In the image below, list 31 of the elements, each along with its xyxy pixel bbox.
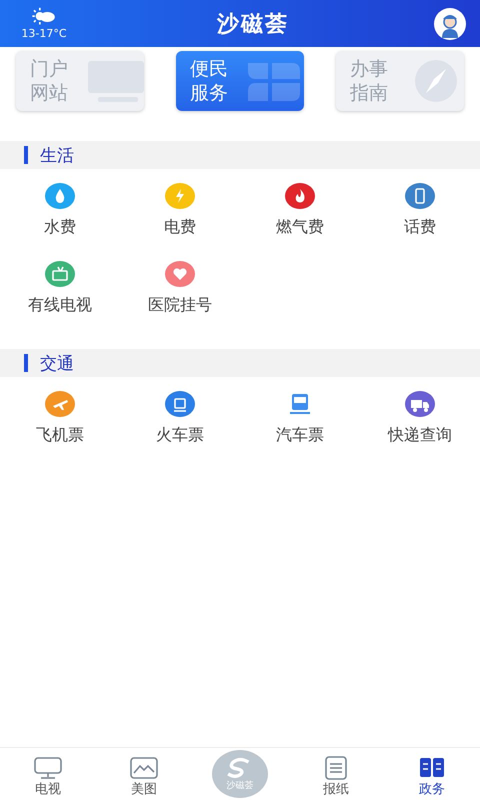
- flame-icon[interactable]: [285, 183, 315, 209]
- service-label[interactable]: 话费: [404, 217, 436, 238]
- service-label[interactable]: 电费: [164, 217, 196, 238]
- temperature: 13-17°C: [21, 27, 67, 40]
- nav-tab[interactable]: 报纸: [306, 756, 366, 798]
- plane-icon[interactable]: [45, 391, 75, 417]
- service-label[interactable]: 水费: [44, 217, 76, 238]
- tv-icon[interactable]: [45, 261, 75, 287]
- drop-icon[interactable]: [45, 183, 75, 209]
- nav-tab[interactable]: 电视: [18, 756, 78, 798]
- service-label[interactable]: 燃气费: [276, 217, 324, 238]
- section-title: 生活: [40, 144, 74, 166]
- service-label[interactable]: 有线电视: [28, 295, 92, 316]
- truck-icon[interactable]: [405, 391, 435, 417]
- phone-icon[interactable]: [405, 183, 435, 209]
- nav-tab[interactable]: 政务: [402, 756, 462, 798]
- section-title: 交通: [40, 352, 74, 374]
- train-icon[interactable]: [165, 391, 195, 417]
- app-title: 沙磁荟: [217, 10, 289, 38]
- book-icon: [417, 756, 447, 780]
- category-tab[interactable]: 便民 服务: [176, 51, 304, 111]
- nav-tab[interactable]: 美图: [114, 756, 174, 798]
- service-label[interactable]: 飞机票: [36, 425, 84, 446]
- service-label[interactable]: 火车票: [156, 425, 204, 446]
- service-label[interactable]: 快递查询: [388, 425, 452, 446]
- image-icon: [129, 756, 159, 780]
- service-label[interactable]: 汽车票: [276, 425, 324, 446]
- tv-icon: [33, 756, 63, 780]
- service-label[interactable]: 医院挂号: [148, 295, 212, 316]
- avatar-icon[interactable]: [434, 8, 466, 40]
- sun-cloud-icon: [31, 7, 57, 27]
